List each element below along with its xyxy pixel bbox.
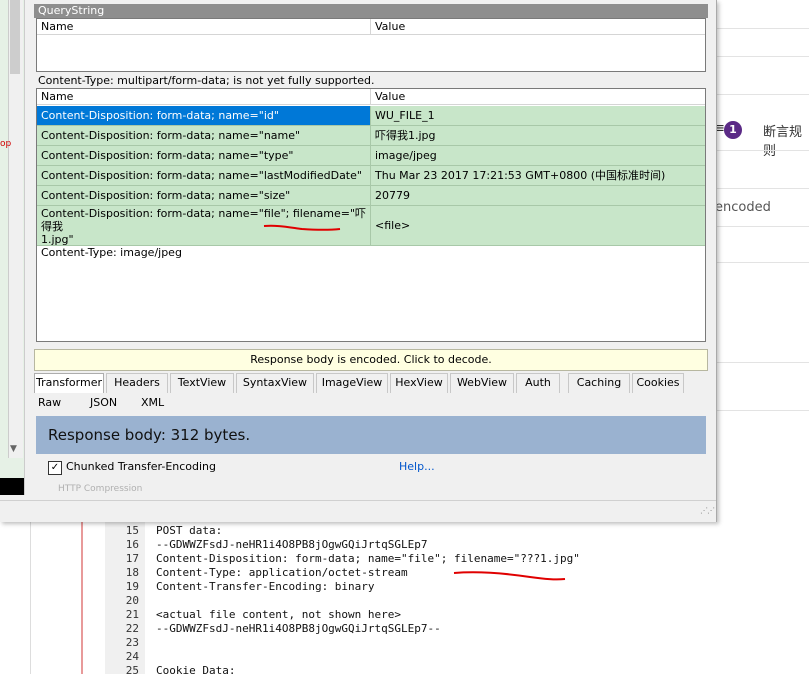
tab-json[interactable]: JSON: [86, 394, 121, 412]
querystring-title: QueryString: [34, 4, 708, 18]
divider: [715, 362, 809, 363]
row-value: <file>: [375, 219, 411, 232]
divider: [715, 28, 809, 29]
tab-textview[interactable]: TextView: [170, 373, 234, 393]
row-name-line: 1.jpg": [41, 233, 74, 246]
tab-syntaxview[interactable]: SyntaxView: [236, 373, 314, 393]
column-header-name[interactable]: Name: [37, 19, 371, 35]
row-name: Content-Disposition: form-data; name="si…: [37, 186, 371, 205]
table-row[interactable]: Content-Disposition: form-data; name="fi…: [37, 206, 705, 259]
tab-auth[interactable]: Auth: [516, 373, 560, 393]
assert-rules-label[interactable]: 断言规则: [763, 121, 809, 159]
row-name-line: Content-Type: image/jpeg: [41, 246, 182, 259]
table-row[interactable]: Content-Disposition: form-data; name="na…: [37, 126, 705, 146]
table-row[interactable]: Content-Disposition: form-data; name="ty…: [37, 146, 705, 166]
scrollbar-thumb[interactable]: [10, 0, 20, 74]
scroll-down-icon[interactable]: ▼: [10, 444, 17, 454]
row-name: Content-Disposition: form-data; name="la…: [37, 166, 371, 185]
row-name: Content-Disposition: form-data; name="id…: [37, 106, 371, 125]
table-row[interactable]: Content-Disposition: form-data; name="si…: [37, 186, 705, 206]
status-marker: op: [0, 139, 12, 149]
divider: [715, 94, 809, 95]
divider: [715, 226, 809, 227]
console-box: [0, 478, 24, 495]
divider: [715, 56, 809, 57]
gutter-marker: [81, 522, 83, 674]
content-type-notice: Content-Type: multipart/form-data; is no…: [38, 74, 375, 87]
tab-transformer[interactable]: Transformer: [34, 373, 104, 393]
tab-raw[interactable]: Raw: [34, 394, 65, 412]
row-value: 吓得我1.jpg: [375, 129, 436, 142]
row-name: Content-Disposition: form-data; name="ty…: [37, 146, 371, 165]
divider: [715, 150, 809, 151]
tab-hexview[interactable]: HexView: [390, 373, 448, 393]
red-underline-annotation: [453, 571, 566, 581]
resize-grip-icon[interactable]: ⋰⋰: [700, 506, 715, 515]
encoded-label: encoded: [715, 200, 771, 215]
tab-webview[interactable]: WebView: [450, 373, 514, 393]
count-badge: 1: [724, 121, 742, 139]
column-header-value[interactable]: Value: [371, 89, 705, 105]
tab-cookies[interactable]: Cookies: [632, 373, 684, 393]
column-header-name[interactable]: Name: [37, 89, 371, 105]
status-strip: [0, 500, 716, 522]
divider: [715, 262, 809, 263]
webforms-grid[interactable]: Name Value Content-Disposition: form-dat…: [36, 88, 706, 342]
compression-label: HTTP Compression: [58, 484, 143, 494]
inspector-window[interactable]: op ▼ QueryString Name Value Content-Type…: [0, 0, 717, 522]
row-name: Content-Disposition: form-data; name="na…: [37, 126, 371, 145]
chunked-label: Chunked Transfer-Encoding: [66, 460, 217, 473]
response-body-size: Response body: 312 bytes.: [36, 416, 706, 454]
tab-caching[interactable]: Caching: [568, 373, 630, 393]
column-header-value[interactable]: Value: [371, 19, 705, 35]
session-list-strip: op ▼: [0, 0, 25, 495]
row-value: 20779: [375, 189, 410, 202]
decode-notice-bar[interactable]: Response body is encoded. Click to decod…: [34, 349, 708, 371]
chunked-checkbox[interactable]: ✓: [48, 461, 62, 475]
table-row[interactable]: Content-Disposition: form-data; name="id…: [37, 106, 705, 126]
tab-xml[interactable]: XML: [137, 394, 168, 412]
row-value: WU_FILE_1: [375, 109, 435, 122]
divider: [715, 188, 809, 189]
row-value: Thu Mar 23 2017 17:21:53 GMT+0800 (中国标准时…: [375, 169, 666, 182]
querystring-grid[interactable]: Name Value: [36, 18, 706, 72]
response-tabs: Transformer Headers TextView SyntaxView …: [34, 373, 708, 393]
red-underline-annotation: [263, 224, 341, 231]
querystring-panel: QueryString: [34, 4, 708, 18]
tab-imageview[interactable]: ImageView: [316, 373, 388, 393]
divider: [715, 410, 809, 411]
code-editor[interactable]: 15 POST data: 16 --GDWWZFsdJ-neHR1i4O8PB8j…: [30, 522, 809, 677]
help-link[interactable]: Help...: [399, 460, 435, 473]
row-value: image/jpeg: [375, 149, 437, 162]
table-row[interactable]: Content-Disposition: form-data; name="la…: [37, 166, 705, 186]
tab-headers[interactable]: Headers: [106, 373, 168, 393]
